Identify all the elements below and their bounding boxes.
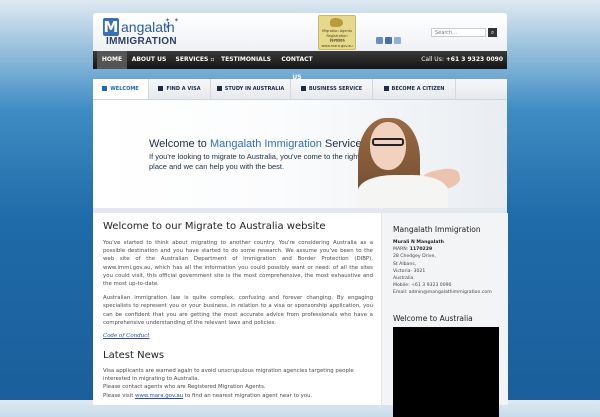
video-heading: Welcome to Australia [393,314,473,323]
contact-details: Murali N Mangalath MARN: 1170229 28 Ched… [393,239,505,297]
news-item-3-prefix: Please visit [103,392,136,399]
phone-label: Call Us: [421,56,444,63]
search-input[interactable]: Search... [431,28,486,37]
news-item-1: Visa applicants are warned again to avoi… [103,368,354,383]
main-nav: HOME ABOUT US SERVICES ▫ TESTIMONIALS CO… [93,51,507,81]
welcome-paragraph-1: You've started to think about migrating … [103,240,373,288]
code-of-conduct-link[interactable]: Code of Conduct [103,332,373,340]
page-wrapper: M angalath ✦ ✦ ✦ IMMIGRATION Migration Ag… [93,13,508,417]
nav-services[interactable]: SERVICES ▫ [173,51,217,69]
news-item-2: Please contact agents who are Registered… [103,384,266,391]
australia-map-icon [330,18,343,27]
latest-news-heading: Latest News [103,350,165,362]
sidebar-heading: Mangalath Immigration [393,225,481,234]
tab-find-a-visa[interactable]: FIND A VISA [149,79,211,99]
tab-business-label: BUSINESS SERVICE [308,86,363,92]
tab-study-icon [216,86,222,91]
badge-number: 1170229 [329,39,345,43]
tab-find-a-visa-label: FIND A VISA [166,86,201,92]
banner-woman-image [338,100,498,208]
tab-business-icon [300,86,306,91]
nav-contact-us[interactable]: CONTACT US [276,51,318,81]
tab-citizen-icon [383,86,389,91]
tab-welcome[interactable]: WELCOME [93,79,149,99]
address-line-1: 28 Chedgey Drive, [393,254,436,260]
site-logo[interactable]: M angalath ✦ ✦ ✦ IMMIGRATION [103,17,183,49]
marn-number: 1170229 [409,247,433,253]
tab-study-label: STUDY IN AUSTRALIA [224,86,285,92]
tab-welcome-label: WELCOME [110,86,139,92]
address-line-4: Australia. [393,276,415,282]
tab-welcome-icon [102,86,108,91]
content-area: Welcome to our Migrate to Australia webs… [93,208,508,417]
mara-link[interactable]: www.mara.gov.au [135,393,183,399]
facebook-icon[interactable] [385,37,392,44]
logo-stars-icon: ✦ ✦ ✦ [165,17,180,31]
banner-image-shirt [358,175,448,208]
email-address[interactable]: Email: admin@mangalathimmigration.com [393,290,492,295]
banner-text: If you're looking to migrate to Australi… [149,152,360,171]
logo-subtitle: IMMIGRATION [106,36,177,47]
nav-testimonials[interactable]: TESTIMONIALS [221,51,271,69]
banner-title-prefix: Welcome to [149,138,210,150]
logo-initial: M [103,18,119,36]
address-line-2: St Albans, [393,261,417,267]
address-line-3: Victoria- 3021 [393,268,426,274]
tab-business-service[interactable]: BUSINESS SERVICE [291,79,373,99]
agent-name: Murali N Mangalath [393,240,444,245]
twitter-icon[interactable] [394,37,401,44]
sidebar: Mangalath Immigration Murali N Mangalath… [381,213,508,417]
service-tabs: WELCOME FIND A VISA STUDY IN AUSTRALIA B… [93,79,507,100]
nav-about-us[interactable]: ABOUT US [129,51,169,69]
tab-become-a-citizen[interactable]: BECOME A CITIZEN [373,79,456,99]
welcome-heading: Welcome to our Migrate to Australia webs… [103,221,326,232]
tab-citizen-label: BECOME A CITIZEN [391,86,445,92]
social-links [376,29,403,48]
banner-title: Welcome to Mangalath Immigration Service… [149,138,367,151]
banner-image-face [370,122,406,170]
mobile-number[interactable]: Mobile: +61 3 9323 0090 [393,283,451,288]
latest-news-body: Visa applicants are warned again to avoi… [103,367,373,400]
hero-banner: Welcome to Mangalath Immigration Service… [93,100,507,208]
badge-url: www.mara.gov.au [321,44,353,48]
news-item-3-suffix: to find an nearest migration agent near … [183,392,313,399]
linkedin-icon[interactable] [376,37,383,44]
nav-phone: Call Us: +61 3 9323 0090 [421,51,503,69]
tab-study-in-australia[interactable]: STUDY IN AUSTRALIA [211,79,291,99]
badge-line1: Migration Agents [322,29,352,33]
banner-image-glasses [372,138,404,146]
marn-label: MARN: [393,247,409,253]
tab-visa-icon [158,86,164,91]
news-item-3: Please visit www.mara.gov.au to find an … [103,392,373,400]
phone-number[interactable]: +61 3 9323 0090 [446,56,503,63]
banner-title-brand: Mangalath Immigration [209,138,322,150]
main-column: Welcome to our Migrate to Australia webs… [103,221,373,400]
search-button[interactable]: ⌕ [488,28,497,37]
video-player[interactable] [393,327,499,417]
site-header: M angalath ✦ ✦ ✦ IMMIGRATION Migration Ag… [93,13,507,51]
nav-home[interactable]: HOME [97,51,127,69]
mara-registration-badge: Migration Agents Registration Number 117… [318,15,356,50]
welcome-paragraph-2: Australian immigration law is quite comp… [103,295,373,326]
